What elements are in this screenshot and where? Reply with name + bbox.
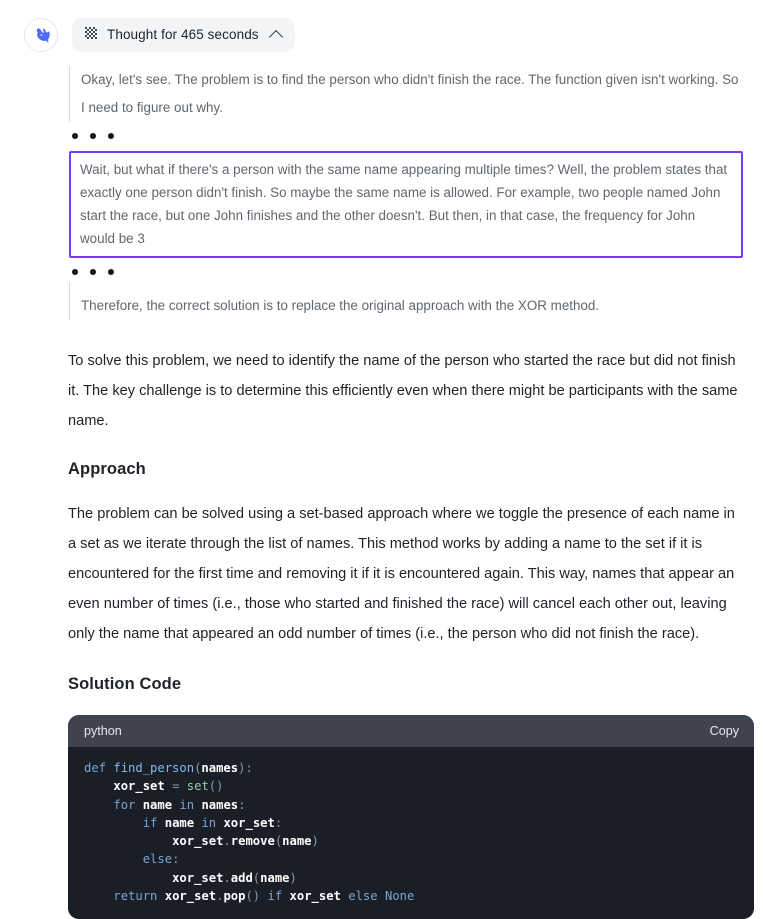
ellipsis-dot bbox=[90, 133, 96, 139]
ellipsis-dot bbox=[72, 133, 78, 139]
ellipsis-dot bbox=[108, 133, 114, 139]
ellipsis-dot bbox=[90, 269, 96, 275]
copy-code-button[interactable]: Copy bbox=[710, 724, 739, 738]
reasoning-rail-spacer bbox=[69, 282, 743, 292]
deepseek-whale-logo-icon bbox=[31, 25, 52, 46]
highlighted-reasoning-block: Wait, but what if there's a person with … bbox=[69, 151, 743, 258]
reasoning-paragraph-1: Okay, let's see. The problem is to find … bbox=[81, 72, 739, 115]
answer-body: To solve this problem, we need to identi… bbox=[68, 346, 742, 694]
answer-intro-paragraph: To solve this problem, we need to identi… bbox=[68, 353, 738, 429]
code-block: python Copy def find_person(names): xor_… bbox=[68, 715, 754, 919]
chat-message-page: Thought for 465 seconds Okay, let's see.… bbox=[0, 0, 763, 919]
reasoning-ellipsis-bottom bbox=[69, 258, 743, 282]
message-header: Thought for 465 seconds bbox=[0, 0, 763, 52]
thought-duration-toggle[interactable]: Thought for 465 seconds bbox=[72, 18, 295, 52]
ellipsis-dot bbox=[108, 269, 114, 275]
code-content[interactable]: def find_person(names): xor_set = set() … bbox=[68, 759, 754, 905]
code-language-label: python bbox=[84, 724, 122, 738]
reasoning-paragraph-1-block: Okay, let's see. The problem is to find … bbox=[69, 66, 743, 122]
approach-heading: Approach bbox=[68, 460, 146, 478]
assistant-avatar bbox=[24, 18, 58, 52]
grid-pattern-icon bbox=[85, 27, 98, 43]
reasoning-trace: Okay, let's see. The problem is to find … bbox=[69, 66, 743, 320]
approach-paragraph: The problem can be solved using a set-ba… bbox=[68, 506, 735, 642]
thought-duration-label: Thought for 465 seconds bbox=[107, 27, 259, 43]
reasoning-paragraph-2-block: Therefore, the correct solution is to re… bbox=[69, 292, 743, 320]
reasoning-paragraph-2: Therefore, the correct solution is to re… bbox=[81, 298, 600, 313]
reasoning-ellipsis-top bbox=[69, 122, 743, 146]
chevron-up-icon bbox=[268, 29, 283, 44]
solution-code-heading: Solution Code bbox=[68, 675, 182, 693]
highlighted-reasoning-text: Wait, but what if there's a person with … bbox=[80, 162, 728, 246]
code-block-header: python Copy bbox=[68, 715, 754, 747]
ellipsis-dot bbox=[72, 269, 78, 275]
code-block-body: def find_person(names): xor_set = set() … bbox=[68, 747, 754, 919]
